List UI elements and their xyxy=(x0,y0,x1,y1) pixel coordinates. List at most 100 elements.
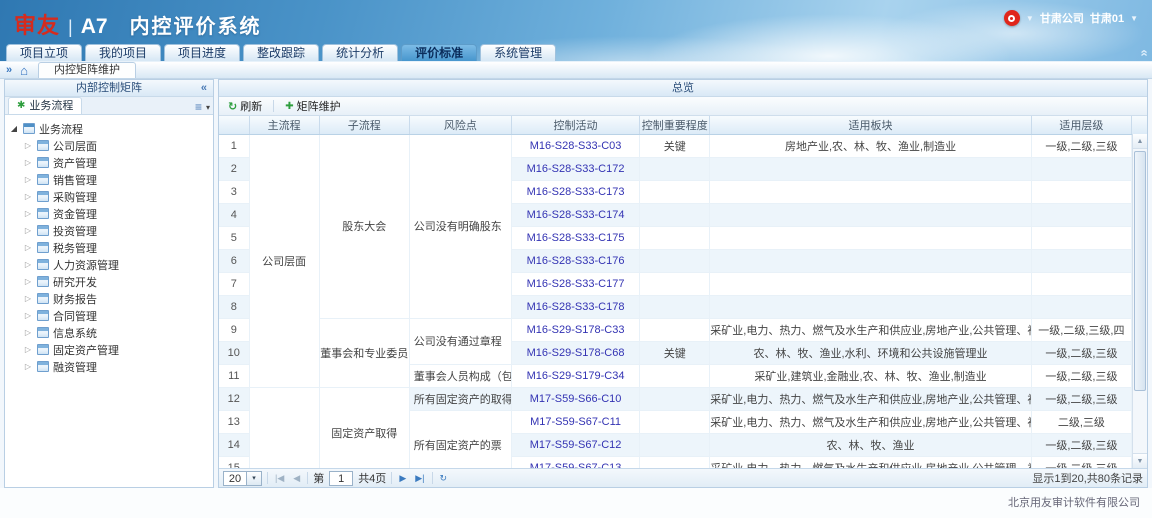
pager-refresh-button[interactable]: ↻ xyxy=(438,473,450,484)
tree-collapsed-icon[interactable]: ▷ xyxy=(23,192,33,201)
control-activity-link[interactable]: M16-S29-S178-C68 xyxy=(527,347,625,359)
col-main-process[interactable]: 主流程 xyxy=(249,116,319,134)
col-importance[interactable]: 控制重要程度 xyxy=(640,116,710,134)
vertical-scrollbar[interactable]: ▲ ▼ xyxy=(1132,134,1147,468)
control-activity-link[interactable]: M16-S28-S33-C175 xyxy=(527,232,625,244)
col-risk-point[interactable]: 风险点 xyxy=(409,116,511,134)
control-activity-link[interactable]: M17-S59-S67-C13 xyxy=(530,462,622,469)
scroll-down-icon[interactable]: ▼ xyxy=(1133,453,1147,468)
grid-toolbar: ↻ 刷新 ✚ 矩阵维护 xyxy=(219,97,1147,116)
table-row[interactable]: 9 董事会和专业委员 公司没有通过章程 M16-S29-S178-C33 采矿业… xyxy=(219,318,1132,341)
tree-item-hr-mgmt[interactable]: ▷人力资源管理 xyxy=(9,256,213,273)
tree-item-fixed-asset-mgmt[interactable]: ▷固定资产管理 xyxy=(9,341,213,358)
control-activity-link[interactable]: M17-S59-S67-C11 xyxy=(530,416,621,428)
tab-project-initiation[interactable]: 项目立项 xyxy=(6,44,82,61)
col-level[interactable]: 适用层级 xyxy=(1031,116,1131,134)
tree-expanded-icon[interactable]: ◢ xyxy=(9,124,19,133)
page-number-input[interactable]: 1 xyxy=(329,471,353,486)
tree-item-info-system[interactable]: ▷信息系统 xyxy=(9,324,213,341)
tree-root-business-process[interactable]: ◢ 业务流程 xyxy=(9,120,213,137)
tree-item-procurement-mgmt[interactable]: ▷采购管理 xyxy=(9,188,213,205)
tree-collapsed-icon[interactable]: ▷ xyxy=(23,311,33,320)
table-row[interactable]: 12 固定资产取得 所有固定资产的取得和记录 M17-S59-S66-C10 采… xyxy=(219,387,1132,410)
toolbar-divider xyxy=(273,100,274,112)
matrix-icon xyxy=(37,140,49,151)
collapse-header-icon[interactable]: « xyxy=(1136,49,1152,56)
matrix-maintain-button[interactable]: ✚ 矩阵维护 xyxy=(280,98,345,114)
tree-collapsed-icon[interactable]: ▷ xyxy=(23,141,33,150)
tree-item-tax-mgmt[interactable]: ▷税务管理 xyxy=(9,239,213,256)
col-sub-process[interactable]: 子流程 xyxy=(319,116,409,134)
control-activity-link[interactable]: M17-S59-S66-C10 xyxy=(530,393,622,405)
tree-collapsed-icon[interactable]: ▷ xyxy=(23,260,33,269)
control-activity-link[interactable]: M16-S28-S33-C173 xyxy=(527,186,625,198)
home-icon[interactable]: ⌂ xyxy=(20,63,28,78)
control-activity-link[interactable]: M16-S28-S33-C177 xyxy=(527,278,625,290)
user-status-icon[interactable] xyxy=(1004,10,1020,26)
tab-scroll-icon[interactable]: » xyxy=(6,63,12,78)
tree-collapsed-icon[interactable]: ▷ xyxy=(23,294,33,303)
tab-rectification-tracking[interactable]: 整改跟踪 xyxy=(243,44,319,61)
user-menu[interactable]: ▼ 甘肃公司 甘肃01 ▼ xyxy=(1004,10,1138,26)
tab-project-progress[interactable]: 项目进度 xyxy=(164,44,240,61)
record-summary: 显示1到20,共80条记录 xyxy=(1032,470,1143,486)
west-tab-tools: ≡ ▾ xyxy=(195,102,210,114)
select-caret-icon[interactable]: ▾ xyxy=(247,471,262,486)
tree-item-investment-mgmt[interactable]: ▷投资管理 xyxy=(9,222,213,239)
tree-item-rnd[interactable]: ▷研究开发 xyxy=(9,273,213,290)
tree-collapsed-icon[interactable]: ▷ xyxy=(23,277,33,286)
tree-item-asset-mgmt[interactable]: ▷资产管理 xyxy=(9,154,213,171)
dropdown-caret-icon[interactable]: ▾ xyxy=(206,103,210,112)
control-activity-link[interactable]: M16-S28-S33-C174 xyxy=(527,209,625,221)
matrix-icon xyxy=(37,361,49,372)
control-activity-link[interactable]: M17-S59-S67-C12 xyxy=(530,439,622,451)
matrix-icon xyxy=(37,259,49,270)
refresh-button[interactable]: ↻ 刷新 xyxy=(223,98,267,114)
tree-collapsed-icon[interactable]: ▷ xyxy=(23,243,33,252)
tree-collapsed-icon[interactable]: ▷ xyxy=(23,158,33,167)
prev-page-button[interactable]: ◀ xyxy=(291,473,302,484)
control-activity-link[interactable]: M16-S28-S33-C178 xyxy=(527,301,625,313)
tree-collapsed-icon[interactable]: ▷ xyxy=(23,209,33,218)
col-rownum[interactable] xyxy=(219,116,249,134)
control-activity-link[interactable]: M16-S28-S33-C03 xyxy=(530,140,622,152)
tree-collapsed-icon[interactable]: ▷ xyxy=(23,175,33,184)
logo-brand: 审友 xyxy=(14,8,60,40)
subtab-matrix-maintenance[interactable]: 内控矩阵维护 xyxy=(38,62,136,78)
tab-system-management[interactable]: 系统管理 xyxy=(480,44,556,61)
list-menu-icon[interactable]: ≡ xyxy=(195,102,202,112)
tab-my-projects[interactable]: 我的项目 xyxy=(85,44,161,61)
control-activity-link[interactable]: M16-S29-S179-C34 xyxy=(527,370,625,382)
refresh-icon: ↻ xyxy=(228,100,237,113)
control-activity-link[interactable]: M16-S29-S178-C33 xyxy=(527,324,625,336)
table-row[interactable]: 1 公司层面 股东大会 公司没有明确股东 M16-S28-S33-C03 关键 … xyxy=(219,134,1132,157)
col-sector[interactable]: 适用板块 xyxy=(710,116,1032,134)
tree-item-sales-mgmt[interactable]: ▷销售管理 xyxy=(9,171,213,188)
tree-collapsed-icon[interactable]: ▷ xyxy=(23,328,33,337)
tree-item-company-level[interactable]: ▷公司层面 xyxy=(9,137,213,154)
page-prefix-label: 第 xyxy=(313,470,324,486)
tree-item-contract-mgmt[interactable]: ▷合同管理 xyxy=(9,307,213,324)
tree-item-financial-report[interactable]: ▷财务报告 xyxy=(9,290,213,307)
status-caret-icon[interactable]: ▼ xyxy=(1026,14,1034,23)
tab-evaluation-standard[interactable]: 评价标准 xyxy=(401,44,477,61)
tree-collapsed-icon[interactable]: ▷ xyxy=(23,362,33,371)
control-activity-link[interactable]: M16-S28-S33-C176 xyxy=(527,255,625,267)
tree-collapsed-icon[interactable]: ▷ xyxy=(23,345,33,354)
last-page-button[interactable]: ▶| xyxy=(413,473,426,484)
tab-business-process[interactable]: ✱ 业务流程 xyxy=(8,97,82,114)
tree-collapsed-icon[interactable]: ▷ xyxy=(23,226,33,235)
matrix-icon xyxy=(37,293,49,304)
first-page-button[interactable]: |◀ xyxy=(273,473,286,484)
scrollbar-thumb[interactable] xyxy=(1134,151,1146,391)
scroll-up-icon[interactable]: ▲ xyxy=(1133,134,1147,149)
page-size-select[interactable]: 20 ▾ xyxy=(223,471,262,486)
control-activity-link[interactable]: M16-S28-S33-C172 xyxy=(527,163,625,175)
collapse-panel-icon[interactable]: « xyxy=(201,80,207,96)
tree-item-fund-mgmt[interactable]: ▷资金管理 xyxy=(9,205,213,222)
col-control-activity[interactable]: 控制活动 xyxy=(511,116,639,134)
user-caret-icon[interactable]: ▼ xyxy=(1130,14,1138,23)
tree-item-financing-mgmt[interactable]: ▷融资管理 xyxy=(9,358,213,375)
next-page-button[interactable]: ▶ xyxy=(397,473,408,484)
tab-statistics[interactable]: 统计分析 xyxy=(322,44,398,61)
